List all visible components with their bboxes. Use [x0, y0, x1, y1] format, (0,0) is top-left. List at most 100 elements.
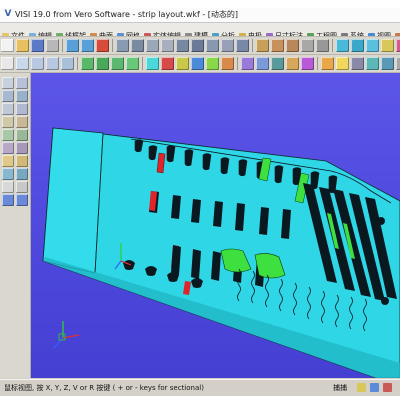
snap-mode-label[interactable]: 捕捕	[333, 382, 347, 394]
mesh-icon[interactable]	[271, 57, 284, 70]
wireframe-icon[interactable]	[336, 39, 349, 52]
select-icon[interactable]	[1, 57, 14, 70]
shaded-icon[interactable]	[351, 39, 364, 52]
unfold-icon[interactable]	[206, 57, 219, 70]
array-icon[interactable]	[16, 168, 28, 180]
menu-item[interactable]: 工程图	[305, 30, 339, 36]
status-indicator-icon[interactable]	[383, 383, 392, 392]
hidden-line-icon[interactable]	[366, 39, 379, 52]
analysis-icon[interactable]	[301, 57, 314, 70]
extrude-icon[interactable]	[191, 39, 204, 52]
circle-icon[interactable]	[16, 90, 28, 102]
spline-icon[interactable]	[2, 116, 14, 128]
zoom-in-icon[interactable]	[31, 57, 44, 70]
layer-icon[interactable]	[381, 39, 394, 52]
sphere-icon[interactable]	[161, 39, 174, 52]
menu-item[interactable]: 系统	[339, 30, 366, 36]
rectangle-icon[interactable]	[2, 103, 14, 115]
pan-icon[interactable]	[16, 57, 29, 70]
bend-icon[interactable]	[191, 57, 204, 70]
toolbar-separator	[252, 39, 253, 52]
loft-icon[interactable]	[236, 39, 249, 52]
toolbar-separator	[317, 57, 318, 70]
toolbar-separator	[142, 57, 143, 70]
settings-icon[interactable]	[396, 57, 400, 70]
box-solid-icon[interactable]	[116, 39, 129, 52]
toolbar-separator	[112, 39, 113, 52]
import-icon[interactable]	[381, 57, 394, 70]
menu-item[interactable]: 视图	[366, 30, 393, 36]
copy-icon[interactable]	[2, 155, 14, 167]
menu-item[interactable]: 网格	[115, 30, 142, 36]
extend-icon[interactable]	[16, 129, 28, 141]
status-indicator-icon[interactable]	[357, 383, 366, 392]
polygon-icon[interactable]	[16, 103, 28, 115]
line-icon[interactable]	[16, 77, 28, 89]
status-indicator-icon[interactable]	[370, 383, 379, 392]
rotate-icon[interactable]	[16, 142, 28, 154]
curve-icon[interactable]	[241, 57, 254, 70]
view-side-icon[interactable]	[111, 57, 124, 70]
revolve-icon[interactable]	[206, 39, 219, 52]
zoom-fit-icon[interactable]	[61, 57, 74, 70]
fillet-icon[interactable]	[301, 39, 314, 52]
move-icon[interactable]	[16, 155, 28, 167]
menu-item[interactable]: 编辑	[27, 30, 54, 36]
menu-item[interactable]: 线框架	[54, 30, 88, 36]
menu-item[interactable]: 分析	[210, 30, 237, 36]
delete-icon[interactable]	[96, 39, 109, 52]
boolean-union-icon[interactable]	[256, 39, 269, 52]
boolean-subtract-icon[interactable]	[271, 39, 284, 52]
color-icon[interactable]	[396, 39, 400, 52]
strip-icon[interactable]	[146, 57, 159, 70]
arrow-right-icon[interactable]	[16, 194, 28, 206]
chamfer-icon[interactable]	[316, 39, 329, 52]
station-icon[interactable]	[221, 57, 234, 70]
menu-item[interactable]: 文件	[0, 30, 27, 36]
strip-blank-plate	[42, 127, 104, 274]
undo-icon[interactable]	[66, 39, 79, 52]
new-file-icon[interactable]	[1, 39, 14, 52]
toolbar-separator	[77, 57, 78, 70]
view-iso-icon[interactable]	[126, 57, 139, 70]
arc-icon[interactable]	[2, 90, 14, 102]
offset-icon[interactable]	[16, 116, 28, 128]
redo-icon[interactable]	[81, 39, 94, 52]
menu-item[interactable]: 电极	[237, 30, 264, 36]
print-icon[interactable]	[46, 39, 59, 52]
section-icon[interactable]	[286, 57, 299, 70]
cone-icon[interactable]	[146, 39, 159, 52]
boolean-intersect-icon[interactable]	[286, 39, 299, 52]
camera-icon[interactable]	[351, 57, 364, 70]
menu-item[interactable]: 尺寸标注	[264, 30, 305, 36]
zoom-out-icon[interactable]	[46, 57, 59, 70]
view-front-icon[interactable]	[96, 57, 109, 70]
trim-icon[interactable]	[2, 129, 14, 141]
punch-icon[interactable]	[161, 57, 174, 70]
sweep-icon[interactable]	[221, 39, 234, 52]
menu-item[interactable]: 建模	[183, 30, 210, 36]
text-icon[interactable]	[2, 181, 14, 193]
visi-logo-icon: V	[4, 9, 12, 19]
3d-viewport[interactable]	[31, 73, 400, 378]
main-toolbar	[0, 37, 400, 55]
menu-item[interactable]: 加工	[393, 30, 400, 36]
die-icon[interactable]	[176, 57, 189, 70]
arrow-left-icon[interactable]	[2, 194, 14, 206]
menu-item[interactable]: 实体编辑	[142, 30, 183, 36]
torus-icon[interactable]	[176, 39, 189, 52]
cylinder-icon[interactable]	[131, 39, 144, 52]
title-bar[interactable]: V VISI 19.0 from Vero Software - strip l…	[0, 8, 400, 23]
surface-icon[interactable]	[256, 57, 269, 70]
light-icon[interactable]	[336, 57, 349, 70]
export-icon[interactable]	[366, 57, 379, 70]
mirror-icon[interactable]	[2, 142, 14, 154]
hatch-icon[interactable]	[16, 181, 28, 193]
scale-icon[interactable]	[2, 168, 14, 180]
point-icon[interactable]	[2, 77, 14, 89]
render-icon[interactable]	[321, 57, 334, 70]
open-folder-icon[interactable]	[16, 39, 29, 52]
view-top-icon[interactable]	[81, 57, 94, 70]
save-icon[interactable]	[31, 39, 44, 52]
menu-item[interactable]: 曲面	[88, 30, 115, 36]
